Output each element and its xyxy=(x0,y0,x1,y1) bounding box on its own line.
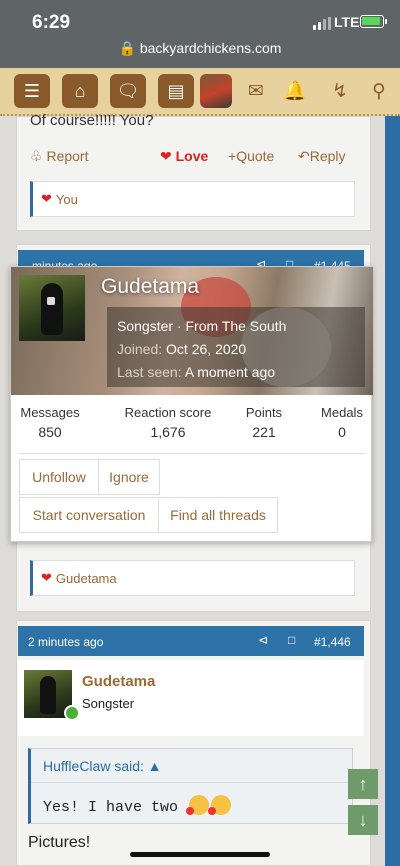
post-body: Pictures! xyxy=(28,834,91,851)
smiling-hearts-emoji-icon xyxy=(186,795,210,815)
home-icon[interactable]: ⌂ xyxy=(62,74,98,108)
avatar[interactable] xyxy=(19,275,85,341)
reply-icon: ↶ xyxy=(298,148,310,164)
post-header: 2 minutes ago ⊲ □ #1,446 xyxy=(18,626,364,656)
document-icon[interactable]: ▤ xyxy=(158,74,194,108)
last-seen-label: Last seen: xyxy=(117,364,182,380)
reply-button[interactable]: ↶Reply xyxy=(298,148,346,165)
love-button[interactable]: ❤ Love xyxy=(160,148,208,165)
mail-icon[interactable]: ✉ xyxy=(241,75,271,107)
start-conversation-button[interactable]: Start conversation xyxy=(19,497,159,533)
author-name[interactable]: Gudetama xyxy=(82,673,155,690)
last-seen-value: A moment ago xyxy=(184,364,276,380)
joined-date: Oct 26, 2020 xyxy=(166,341,247,357)
member-stats: Messages 850 Reaction score 1,676 Points 22… xyxy=(11,405,373,449)
lock-icon: 🔒 xyxy=(118,40,136,56)
stat-messages[interactable]: Messages 850 xyxy=(19,405,81,440)
search-icon[interactable]: ⚲ xyxy=(364,75,394,107)
post-time: 2 minutes ago xyxy=(28,635,104,649)
battery-icon xyxy=(360,15,387,28)
share-icon[interactable]: ⊲ xyxy=(258,633,268,647)
address-bar[interactable]: 🔒 backyardchickens.com xyxy=(0,40,400,57)
quote-header[interactable]: HuffleClaw said: ▲ xyxy=(31,749,353,783)
quote-button[interactable]: +Quote xyxy=(228,148,274,164)
profile-banner: Gudetama Songster · From The South Joine… xyxy=(11,267,373,395)
network-label: LTE xyxy=(334,14,360,30)
report-button[interactable]: ♧ Report xyxy=(30,148,88,165)
arrow-up-circle-icon[interactable]: ▲ xyxy=(148,758,162,774)
plus-icon: + xyxy=(228,148,237,164)
post-author: Gudetama Songster xyxy=(18,660,364,736)
quote-text: Yes! I have two xyxy=(43,795,232,816)
member-info: Songster · From The South Joined: Oct 26… xyxy=(107,307,365,387)
reaction-user: You xyxy=(55,191,78,207)
home-indicator xyxy=(130,852,270,857)
heart-icon: ❤ xyxy=(41,191,52,206)
page: 6:29 LTE 🔒 backyardchickens.com ☰ ⌂ 🗨 ▤ … xyxy=(0,0,400,866)
member-role: Songster · From The South xyxy=(117,318,287,334)
menu-icon[interactable]: ☰ xyxy=(14,74,50,108)
divider xyxy=(19,453,365,454)
heart-icon: ❤ xyxy=(160,148,172,164)
find-threads-button[interactable]: Find all threads xyxy=(158,497,278,533)
heart-icon: ❤ xyxy=(41,570,52,585)
stat-points[interactable]: Points 221 xyxy=(239,405,289,440)
quote-block: HuffleClaw said: ▲ Yes! I have two xyxy=(28,748,353,824)
reaction-user: Gudetama xyxy=(55,570,117,586)
chat-icon[interactable]: 🗨 xyxy=(110,74,146,108)
page-edge xyxy=(385,116,400,866)
account-avatar[interactable] xyxy=(200,74,232,108)
quote-author: HuffleClaw said: xyxy=(43,758,144,774)
author-role: Songster xyxy=(82,696,135,711)
bell-icon[interactable]: 🔔 xyxy=(280,75,310,107)
scroll-bottom-button[interactable]: ↓ xyxy=(348,805,378,835)
username[interactable]: Gudetama xyxy=(101,275,199,299)
smiling-hearts-emoji-icon xyxy=(208,795,232,815)
ignore-button[interactable]: Ignore xyxy=(98,459,160,495)
status-bar: 6:29 LTE 🔒 backyardchickens.com xyxy=(0,0,400,68)
stat-medals[interactable]: Medals 0 xyxy=(317,405,367,440)
post-number[interactable]: #1,446 xyxy=(314,635,351,649)
clock: 6:29 xyxy=(32,12,71,33)
reaction-bar[interactable]: ❤ You xyxy=(30,181,355,217)
url-text: backyardchickens.com xyxy=(139,40,282,56)
bookmark-icon[interactable]: □ xyxy=(288,633,295,647)
post-card xyxy=(16,620,371,866)
bell-icon: ♧ xyxy=(30,148,43,164)
unfollow-button[interactable]: Unfollow xyxy=(19,459,99,495)
post-text: Of course!!!!! You? xyxy=(30,112,154,129)
signal-icon xyxy=(313,17,331,30)
reaction-bar[interactable]: ❤ Gudetama xyxy=(30,560,355,596)
scroll-top-button[interactable]: ↑ xyxy=(348,769,378,799)
site-nav: ☰ ⌂ 🗨 ▤ ✉ 🔔 ↯ ⚲ xyxy=(0,68,400,116)
lightning-icon[interactable]: ↯ xyxy=(325,75,355,107)
joined-label: Joined: xyxy=(117,341,163,357)
member-tooltip: Gudetama Songster · From The South Joine… xyxy=(10,266,373,542)
online-status-icon xyxy=(64,705,80,721)
stat-reaction-score[interactable]: Reaction score 1,676 xyxy=(115,405,221,440)
